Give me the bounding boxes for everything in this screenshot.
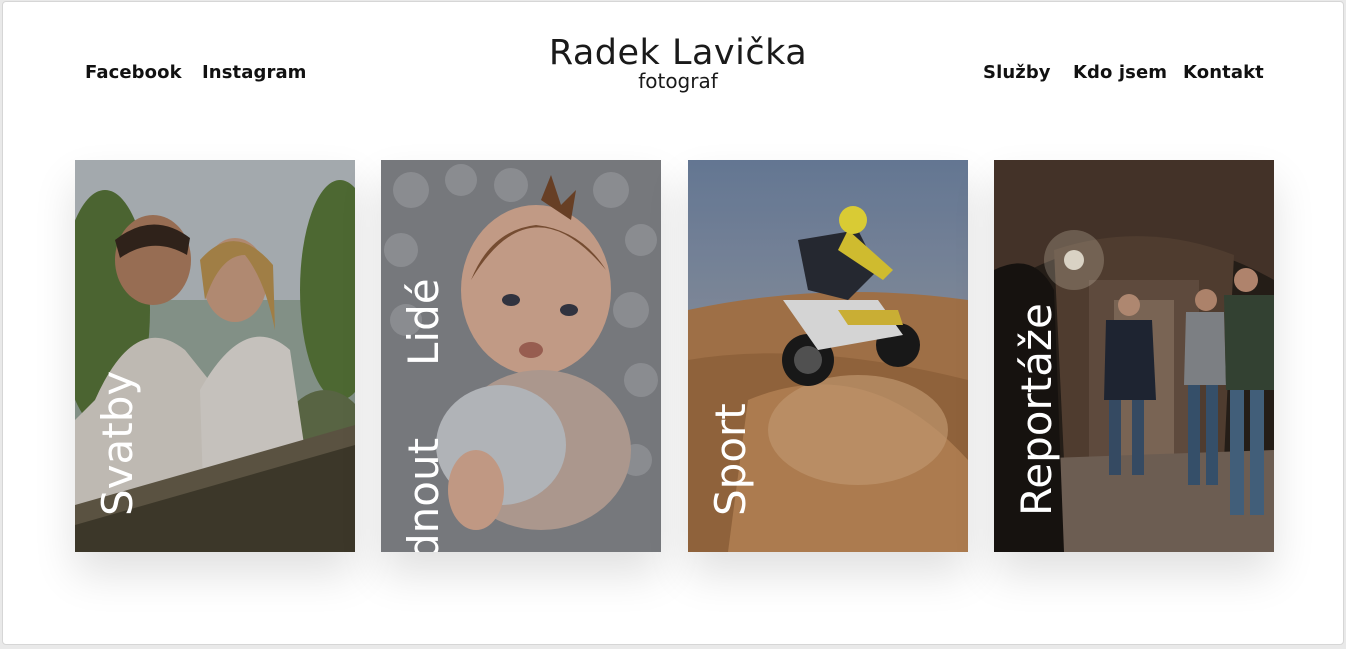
gallery-card-svatby[interactable]: Svatby xyxy=(75,160,355,552)
site-logo[interactable]: Radek Lavička fotograf xyxy=(543,34,813,92)
card-label-lide-secondary: dnout xyxy=(399,437,448,552)
logo-name: Radek Lavička xyxy=(548,33,808,73)
card-label-reportaze: Reportáže xyxy=(1012,303,1061,516)
instagram-link[interactable]: Instagram xyxy=(202,62,307,83)
card-label-lide: Lidé xyxy=(399,278,448,366)
menu-kontakt[interactable]: Kontakt xyxy=(1183,62,1264,83)
card-label-svatby: Svatby xyxy=(93,370,142,516)
card-label-sport: Sport xyxy=(706,403,755,516)
gallery-card-reportaze[interactable]: Reportáže xyxy=(994,160,1274,552)
menu-kdo-jsem[interactable]: Kdo jsem xyxy=(1073,62,1167,83)
gallery-card-lide[interactable]: Lidé dnout xyxy=(381,160,661,552)
gallery-card-sport[interactable]: Sport xyxy=(688,160,968,552)
menu-sluzby[interactable]: Služby xyxy=(983,62,1051,83)
page-frame: Facebook Instagram Radek Lavička fotogra… xyxy=(2,1,1344,645)
facebook-link[interactable]: Facebook xyxy=(85,62,182,83)
logo-subtitle: fotograf xyxy=(638,69,718,93)
